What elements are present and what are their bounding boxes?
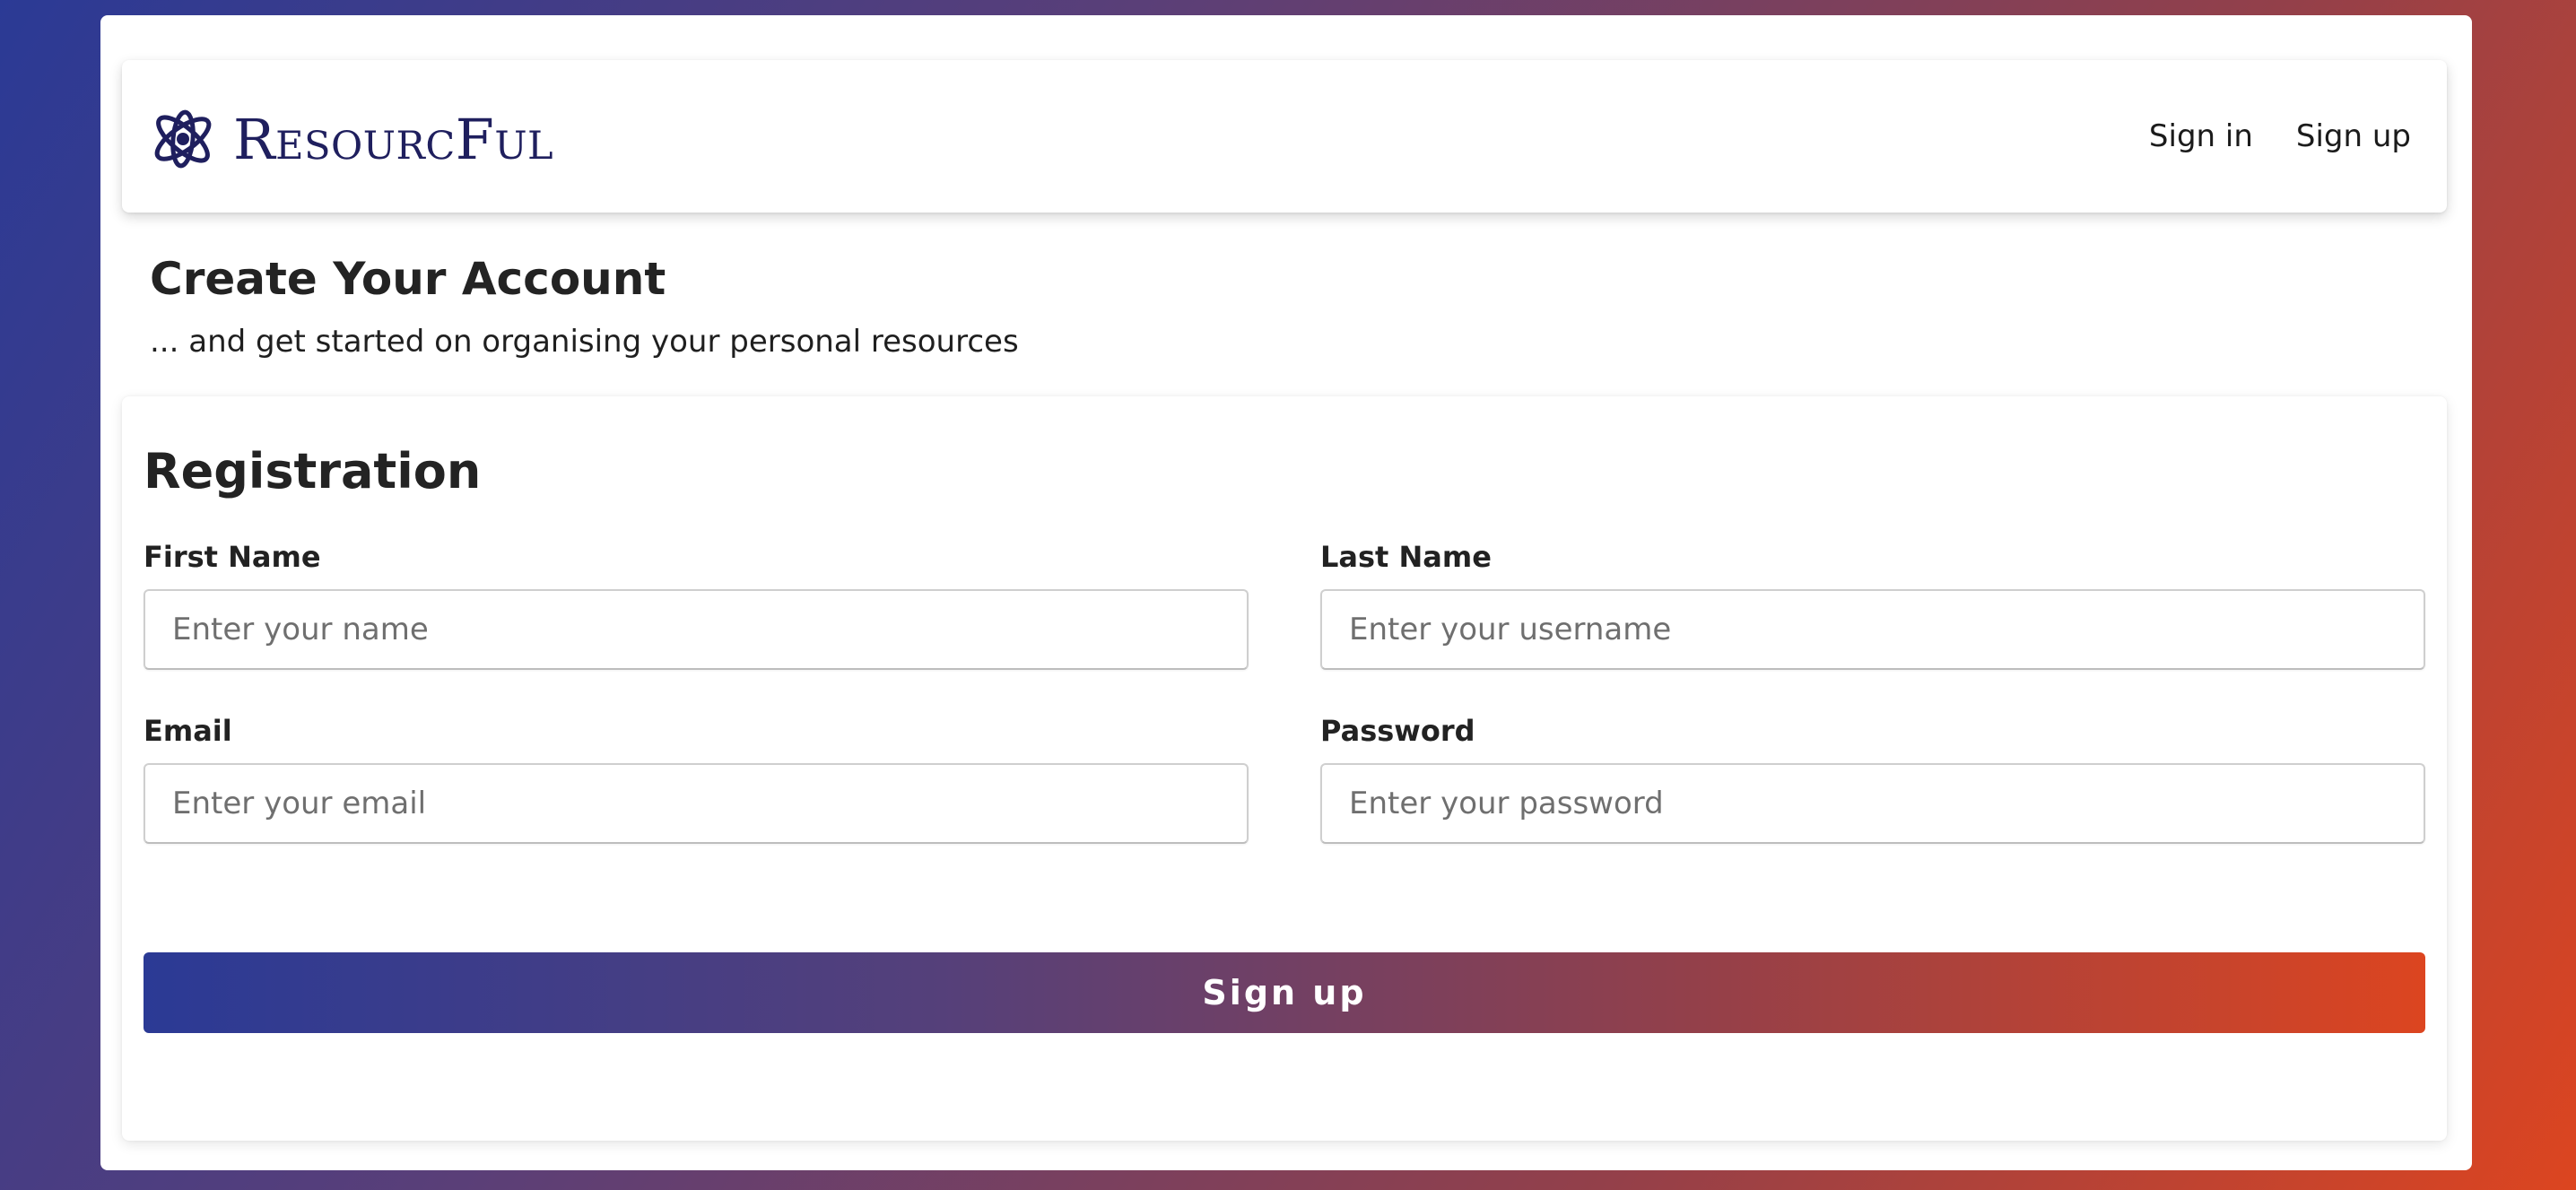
last-name-label: Last Name: [1320, 540, 1492, 574]
nav-links: Sign in Sign up: [2149, 60, 2411, 213]
first-name-input[interactable]: [144, 589, 1249, 670]
last-name-field: Last Name: [1320, 540, 2425, 670]
first-name-label: First Name: [144, 540, 321, 574]
top-navbar: ResourcFul Sign in Sign up: [122, 60, 2447, 213]
registration-card: Registration First Name Last Name Email …: [122, 396, 2447, 1141]
password-label: Password: [1320, 714, 1475, 748]
email-input[interactable]: [144, 763, 1249, 844]
nav-sign-up-link[interactable]: Sign up: [2296, 118, 2411, 154]
email-label: Email: [144, 714, 232, 748]
sign-up-button[interactable]: Sign up: [144, 952, 2425, 1033]
page-title: Create Your Account: [150, 253, 666, 305]
last-name-input[interactable]: [1320, 589, 2425, 670]
first-name-field: First Name: [144, 540, 1249, 670]
brand-logo[interactable]: ResourcFul: [145, 101, 553, 177]
page-container: ResourcFul Sign in Sign up Create Your A…: [100, 15, 2472, 1170]
page-subtitle: ... and get started on organising your p…: [150, 324, 1019, 360]
nav-sign-in-link[interactable]: Sign in: [2149, 118, 2253, 154]
email-field: Email: [144, 714, 1249, 844]
brand-name: ResourcFul: [233, 106, 554, 172]
password-input[interactable]: [1320, 763, 2425, 844]
orbit-logo-icon: [154, 109, 212, 169]
registration-title: Registration: [144, 443, 482, 499]
password-field: Password: [1320, 714, 2425, 844]
